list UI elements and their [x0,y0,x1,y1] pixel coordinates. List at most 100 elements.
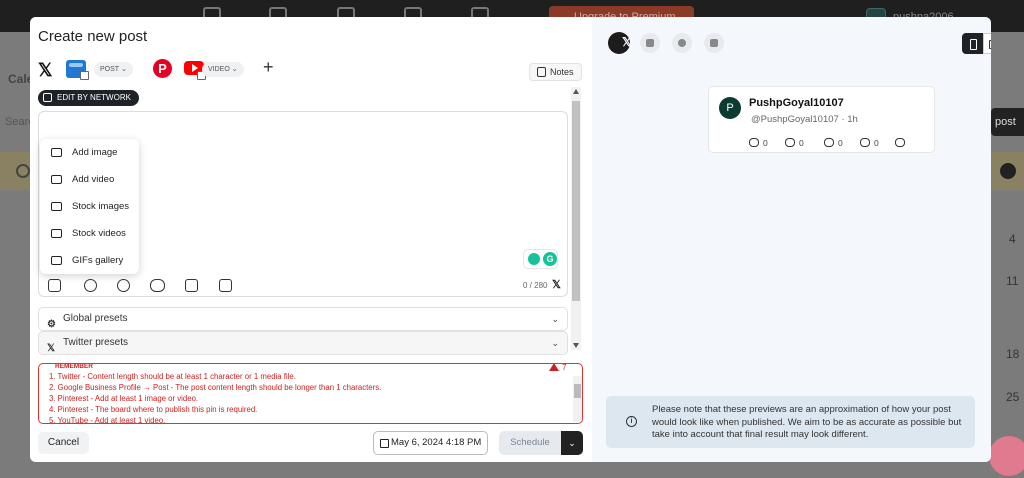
youtube-icon [710,39,718,47]
preset-label: Global presets [63,313,128,324]
scrollbar-thumb[interactable] [572,101,580,301]
network-badge-icon [80,71,89,80]
preview-tab-youtube[interactable] [704,33,724,53]
notes-button[interactable]: Notes [529,63,582,81]
video-icon [51,175,62,184]
preview-notice-text: Please note that these previews are an a… [652,404,962,440]
preview-tab-x[interactable]: 𝕏 [608,32,632,54]
view-count: 0 [874,138,879,148]
schedule-button[interactable]: Schedule [499,431,561,455]
edit-icon [43,93,52,102]
stock-videos-icon [51,229,62,238]
desktop-preview-toggle[interactable] [983,33,991,54]
gbp-type-label: POST [100,66,120,73]
media-icon[interactable] [48,279,61,292]
preview-tab-google-business[interactable] [640,33,660,53]
schedule-options-button[interactable]: ⌄ [561,431,583,455]
warnings-scrollbar[interactable] [573,376,582,422]
menu-item-add-video[interactable]: Add video [40,166,139,193]
youtube-type-label: VIDEO [208,66,230,73]
preview-display-name: PushpGoyal10107 [749,97,844,109]
x-logo-icon: 𝕏 [552,279,561,291]
gbp-type-dropdown[interactable]: POST ⌄ [94,62,133,77]
tweet-actions: 0 0 0 0 [749,137,929,149]
character-counter: 0 / 280 [523,281,548,290]
analytics-icon [860,138,870,147]
chevron-down-icon: ⌄ [121,66,127,73]
mobile-preview-toggle[interactable] [962,33,983,54]
menu-item-stock-videos[interactable]: Stock videos [40,220,139,247]
editor-panel: Create new post 𝕏 POST ⌄ P VIDEO ⌄ + Notes… [30,17,592,462]
chat-bubble-button[interactable] [989,436,1024,476]
warning-list: 1. Twitter - Content length should be at… [49,371,549,423]
warning-item: 2. Google Business Profile → Post - The … [49,383,382,392]
grammarly-widget[interactable]: G [523,249,558,269]
warning-count: 7 [549,364,566,372]
retweet-icon [785,138,795,147]
bg-day-number: 4 [1009,232,1016,246]
grammarly-icon[interactable]: G [543,252,557,266]
calendar-icon [380,439,389,448]
remember-warnings-box: REMEMBER 7 1. Twitter - Content length s… [38,363,583,424]
warning-item: 4. Pinterest - The board where to publis… [49,405,258,414]
edit-by-network-button[interactable]: EDIT BY NETWORK [38,90,139,106]
gif-icon [51,256,62,265]
tweet-preview-card: P PushpGoyal10107 @PushpGoyal10107 · 1h … [708,86,935,153]
chevron-down-icon: ⌄ [568,438,576,448]
network-selector: 𝕏 POST ⌄ P VIDEO ⌄ + [38,57,588,83]
retweet-action: 0 [785,137,804,149]
create-post-modal: Create new post 𝕏 POST ⌄ P VIDEO ⌄ + Notes… [30,17,991,462]
reply-icon [749,138,759,147]
warning-icon [549,364,559,371]
schedule-date-picker[interactable]: May 6, 2024 4:18 PM [373,431,488,455]
menu-item-label: Stock images [72,201,130,212]
add-network-icon[interactable]: + [263,57,274,78]
bot-icon[interactable] [185,279,198,292]
library-icon[interactable] [219,279,232,292]
link-icon[interactable] [150,279,165,292]
modal-title: Create new post [38,28,148,45]
bg-day-number: 25 [1006,390,1020,404]
bg-day-number: 11 [1006,274,1019,288]
x-logo-icon: 𝕏 [47,343,56,354]
menu-item-add-image[interactable]: Add image [40,139,139,166]
preset-label: Twitter presets [63,337,129,348]
x-network-icon[interactable]: 𝕏 [38,59,56,81]
preview-notice: i Please note that these previews are an… [606,396,975,448]
comment-icon[interactable] [117,279,130,292]
preview-tab-pinterest[interactable] [672,33,692,53]
grammarly-assist-icon[interactable] [528,253,540,265]
reply-action: 0 [749,137,768,149]
scrollbar-thumb[interactable] [574,384,581,398]
views-action: 0 [860,137,879,149]
youtube-type-dropdown[interactable]: VIDEO ⌄ [202,62,244,77]
menu-item-stock-images[interactable]: Stock images [40,193,139,220]
emoji-icon[interactable] [84,279,97,292]
chevron-down-icon: ⌄ [551,338,559,348]
editor-scrollbar[interactable] [571,87,581,350]
google-business-icon [646,39,654,47]
pinterest-icon[interactable]: P [153,59,172,78]
menu-item-gifs-gallery[interactable]: GIFs gallery [40,247,139,274]
avatar: P [719,97,741,119]
twitter-presets-accordion[interactable]: 𝕏 Twitter presets ⌄ [38,331,568,355]
share-icon [895,138,905,147]
heart-icon [824,138,834,147]
close-icon [1000,163,1016,179]
retweet-count: 0 [799,138,804,148]
modal-footer: Cancel May 6, 2024 4:18 PM Schedule ⌄ [30,427,592,462]
remember-title: REMEMBER [53,363,95,370]
pinterest-icon [678,39,686,47]
menu-item-label: Add video [72,174,115,185]
global-presets-accordion[interactable]: ⚙ Global presets ⌄ [38,307,568,331]
menu-item-label: Add image [72,147,118,158]
scroll-up-icon[interactable] [573,89,579,94]
menu-item-label: Stock videos [72,228,126,239]
info-icon [16,164,30,178]
cancel-button[interactable]: Cancel [38,432,89,454]
bg-day-number: 18 [1006,347,1020,361]
like-action: 0 [824,137,843,149]
scroll-down-icon[interactable] [573,343,579,348]
like-count: 0 [838,138,843,148]
preview-network-tabs: 𝕏 [608,32,788,55]
